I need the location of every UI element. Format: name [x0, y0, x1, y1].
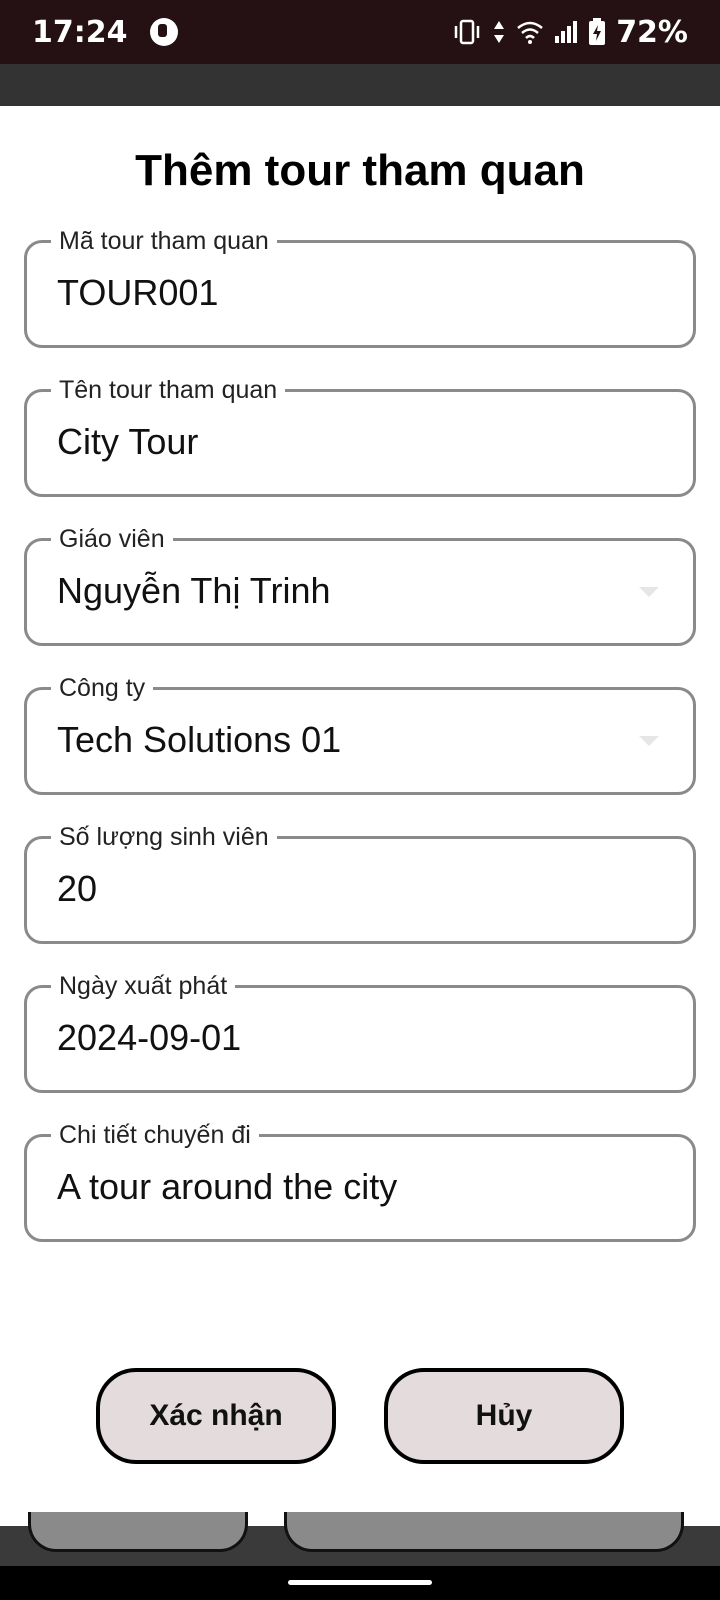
battery-charging-icon [589, 18, 606, 45]
chevron-down-icon[interactable] [639, 587, 659, 597]
status-bar: 17:24 72% [0, 0, 720, 64]
background-app-strip [0, 64, 720, 106]
tour-code-input[interactable]: TOUR001 [57, 271, 218, 315]
student-count-field[interactable]: Số lượng sinh viên 20 [24, 820, 696, 944]
tour-name-label: Tên tour tham quan [51, 373, 286, 407]
teacher-label: Giáo viên [51, 522, 173, 556]
company-label: Công ty [51, 671, 154, 705]
status-icons: 72% [452, 15, 688, 50]
app-notification-icon [149, 18, 178, 46]
tour-code-label: Mã tour tham quan [51, 224, 277, 258]
trip-details-input[interactable]: A tour around the city [57, 1165, 397, 1209]
company-dropdown[interactable]: Công ty Tech Solutions 01 [24, 671, 696, 795]
battery-percent: 72% [616, 14, 688, 50]
cancel-button[interactable]: Hủy [384, 1368, 624, 1464]
background-app-buttons [0, 1512, 720, 1566]
student-count-input[interactable]: 20 [57, 867, 97, 911]
student-count-label: Số lượng sinh viên [51, 820, 277, 854]
background-button-left [28, 1512, 248, 1552]
company-selected-value[interactable]: Tech Solutions 01 [57, 718, 341, 762]
departure-date-field[interactable]: Ngày xuất phát 2024-09-01 [24, 969, 696, 1093]
trip-details-label: Chi tiết chuyến đi [51, 1118, 259, 1152]
dialog-title: Thêm tour tham quan [135, 146, 585, 195]
departure-date-label: Ngày xuất phát [51, 969, 236, 1003]
tour-code-field[interactable]: Mã tour tham quan TOUR001 [24, 224, 696, 348]
signal-icon [555, 21, 578, 43]
navigation-bar [0, 1566, 720, 1600]
chevron-down-icon[interactable] [639, 736, 659, 746]
teacher-selected-value[interactable]: Nguyễn Thị Trinh [57, 569, 330, 613]
confirm-button[interactable]: Xác nhận [96, 1368, 336, 1464]
wifi-icon [517, 21, 543, 44]
add-tour-dialog: Thêm tour tham quan Mã tour tham quan TO… [0, 106, 720, 1526]
home-gesture-handle[interactable] [288, 1580, 432, 1585]
vibrate-icon [454, 19, 480, 45]
departure-date-input[interactable]: 2024-09-01 [57, 1016, 241, 1060]
tour-name-field[interactable]: Tên tour tham quan City Tour [24, 373, 696, 497]
data-arrows-icon [494, 21, 505, 43]
teacher-dropdown[interactable]: Giáo viên Nguyễn Thị Trinh [24, 522, 696, 646]
background-button-right [284, 1512, 684, 1552]
trip-details-field[interactable]: Chi tiết chuyến đi A tour around the cit… [24, 1118, 696, 1242]
status-time: 17:24 [32, 14, 128, 50]
tour-name-input[interactable]: City Tour [57, 420, 198, 464]
